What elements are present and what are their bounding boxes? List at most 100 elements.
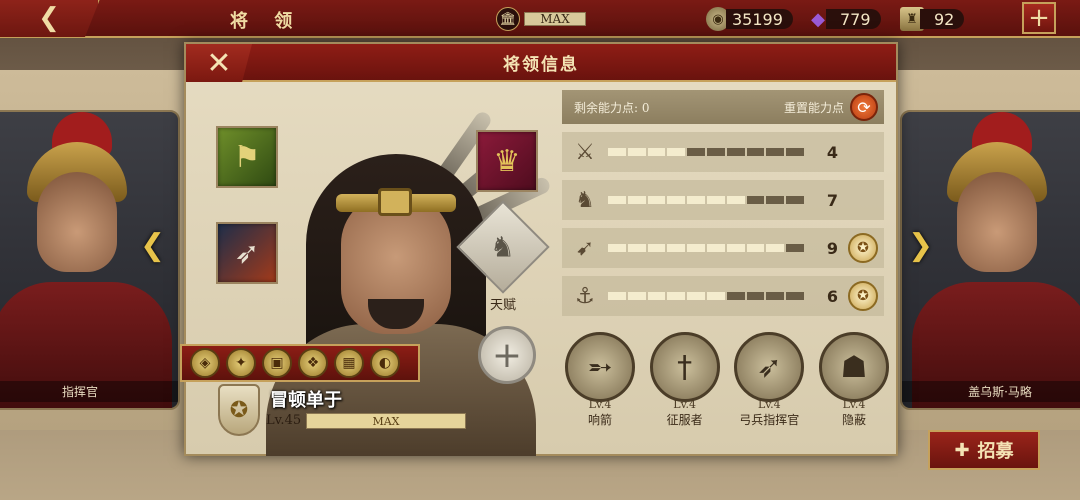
spear-icon: ➶ [234,235,260,271]
recruit-plus-icon: ✚ [954,439,970,461]
stat-segment [786,292,804,300]
stat-segment [627,244,646,252]
star-badge-icon: ✪ [848,233,878,263]
banner-equipment-slot[interactable]: ⚑ [216,126,278,188]
stat-segment [627,196,646,204]
passive-skill[interactable]: ➶ Lv.4 弓兵指挥官 [731,332,807,428]
stat-value: 9 [826,238,838,258]
stat-row[interactable]: ⚓ 6 ✪ [562,276,884,316]
add-resource-button[interactable]: + [1022,2,1056,34]
skill-level: Lv.4 [673,398,697,411]
top-bar: ❮ 将 领 🏛 MAX ◉ 35199 ◆ 779 ♜ 92 + [0,0,1080,38]
hero-level: Lv.45 [266,413,302,428]
skill-level: Lv.4 [588,398,612,411]
stat-progress-track [608,196,804,204]
stat-segment [726,148,745,156]
stat-segment [647,148,666,156]
stat-value: 7 [826,190,838,210]
stat-segment [746,244,765,252]
bow-icon: ➹ [575,235,595,261]
skill-level: Lv.4 [842,398,866,411]
skill-chip-icon[interactable]: ◐ [370,348,400,378]
stat-segment [647,244,666,252]
next-hero-arrow-icon[interactable]: ❯ [908,228,933,263]
gem-value: 779 [826,9,881,29]
skill-name: 征服者 [666,413,703,427]
skill-name: 隐蔽 [841,413,866,427]
stat-segment [667,292,686,300]
armor-equipment-slot[interactable]: ♛ [476,130,538,192]
remaining-points: 剩余能力点: 0 [574,100,650,115]
stat-segment [687,244,705,252]
stat-segment [726,292,745,300]
talent-button[interactable]: ♞ 天赋 [456,200,550,324]
stat-segment [746,292,765,300]
hero-name: 冒顿单于 [270,390,342,411]
close-icon: ✕ [206,45,232,81]
back-arrow-icon: ❮ [38,3,60,33]
horse-icon: ♞ [575,187,595,213]
stat-segment [687,148,705,156]
close-button[interactable]: ✕ [186,44,252,82]
chest-icon: ♛ [493,143,521,179]
skill-chip-icon[interactable]: ✦ [226,348,256,378]
reset-points-button[interactable]: ⟳ [850,93,878,121]
weapon-equipment-slot[interactable]: ➶ [216,222,278,284]
modal-title: 将领信息 [503,54,579,75]
stat-row[interactable]: ➹ 9 ✪ [562,228,884,268]
hero-info-modal: ✕ 将领信息 ⚑ ➶ ♛ ♞ 天赋 ◈ ✦ ▣ ❖ ▦ ◐ + ✪ 冒顿单于 L… [180,42,898,456]
plus-icon: + [1028,3,1050,33]
stat-progress-track [608,244,804,252]
plus-icon: + [491,334,523,376]
level-max-label: MAX [372,414,400,428]
capacity-indicator: 🏛 MAX [496,7,586,31]
stat-value: 4 [826,142,838,162]
stat-segment [706,196,725,204]
stat-segment [746,148,765,156]
building-icon: 🏛 [496,7,520,31]
skill-name: 弓兵指挥官 [739,413,800,427]
stat-segment [786,148,804,156]
skill-chip-icon[interactable]: ▦ [334,348,364,378]
stat-segment [608,292,626,300]
recruit-label: 招募 [977,441,1014,462]
recruit-button[interactable]: ✚ 招募 [928,430,1040,470]
stats-panel: 剩余能力点: 0 重置能力点 ⟳ ⚔4✪ ♞ 7 ✪➹ 9 ✪ ⚓6✪ [562,90,884,316]
archer-commander-icon: ➶ [734,332,805,402]
passive-skill[interactable]: ☗ Lv.4 隐蔽 [816,332,892,428]
skill-level: Lv.4 [757,398,781,411]
prev-hero-arrow-icon[interactable]: ❮ [140,228,165,263]
stealth-icon: ☗ [818,332,889,402]
level-progress-bar: MAX [306,413,466,429]
reset-points-label: 重置能力点 [783,100,844,115]
stat-segment [706,148,725,156]
stat-segment [627,148,646,156]
stat-rows: ⚔4✪ ♞ 7 ✪➹ 9 ✪ ⚓6✪ [562,132,884,316]
whistling-arrow-icon: ➵ [565,332,635,402]
stats-header: 剩余能力点: 0 重置能力点 ⟳ [562,90,884,124]
stat-segment [667,244,686,252]
talent-label: 天赋 [489,298,516,313]
stat-segment [687,292,705,300]
stat-segment [726,244,745,252]
stat-segment [726,196,745,204]
banner-icon: ⚑ [233,139,261,175]
skill-chip-icon[interactable]: ❖ [298,348,328,378]
stat-value: 6 [826,286,838,306]
stat-segment [706,244,725,252]
stat-row[interactable]: ♞7✪ [562,180,884,220]
add-skill-button[interactable]: + [478,326,536,384]
back-button[interactable]: ❮ [0,0,100,37]
stat-row[interactable]: ⚔4✪ [562,132,884,172]
passive-skills: ➵ Lv.4 响箭 † Lv.4 征服者 ➶ Lv.4 弓兵指挥官 ☗ Lv.4 隐蔽 [562,332,892,428]
stat-segment [608,148,626,156]
laurel-icon: ✪ [229,397,249,423]
skill-chip-icon[interactable]: ◈ [190,348,220,378]
skill-chip-icon[interactable]: ▣ [262,348,292,378]
passive-skill[interactable]: ➵ Lv.4 响箭 [562,332,638,428]
stat-segment [627,292,646,300]
stat-segment [667,196,686,204]
stat-segment [786,196,804,204]
stat-segment [766,148,785,156]
passive-skill[interactable]: † Lv.4 征服者 [647,332,723,428]
